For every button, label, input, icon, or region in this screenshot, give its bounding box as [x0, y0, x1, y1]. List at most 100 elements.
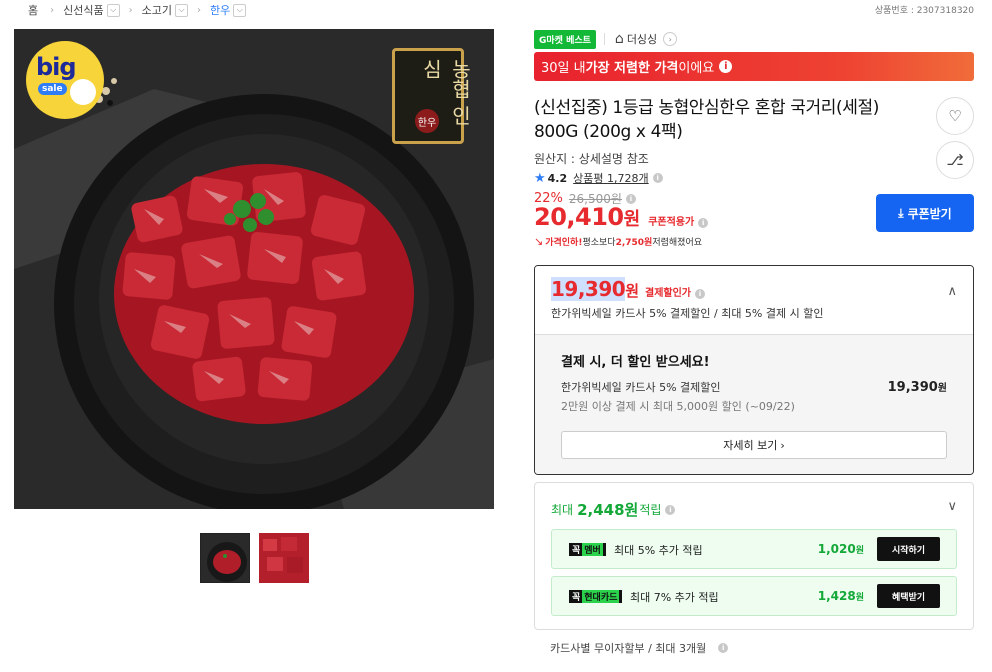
big-sale-badge: big sale — [26, 41, 104, 119]
price-drop-notice: ↘ 가격인하! 평소보다 2,750원 저렴해졌어요 — [534, 235, 702, 248]
star-icon: ★ — [534, 170, 546, 186]
heart-icon: ♡ — [948, 107, 962, 125]
rating-score: 4.2 — [547, 171, 568, 185]
card-discount-unit: 원 — [937, 383, 947, 394]
chevron-right-icon[interactable]: › — [663, 32, 678, 46]
review-count[interactable]: 1,728개 — [607, 172, 649, 185]
banner-suffix: 이에요 — [678, 61, 715, 76]
breadcrumb-home[interactable]: 홈 › — [28, 2, 63, 18]
points-prefix: 최대 — [551, 503, 574, 517]
price-unit: 원 — [623, 209, 641, 230]
big-sale-big-text: big — [36, 53, 77, 81]
lowest-price-banner: 30일 내 가장 저렴한 가격 이에요 i — [534, 52, 974, 81]
breadcrumb-hanwoo[interactable]: 한우 ⌵ — [210, 2, 247, 18]
info-icon[interactable]: i — [719, 60, 733, 73]
chevron-down-icon[interactable]: ∨ — [947, 499, 957, 514]
points-suffix: 적립 — [639, 503, 662, 517]
share-icon: ⎇ — [946, 151, 964, 169]
info-icon[interactable]: i — [652, 173, 663, 183]
breadcrumb-beef[interactable]: 소고기 ⌵ › — [142, 2, 210, 18]
breadcrumb-label[interactable]: 홈 — [28, 2, 38, 18]
points-row-value: 1,428 — [817, 589, 856, 603]
payment-price-label: 결제할인가 — [645, 288, 691, 299]
tag-row: G마켓 베스트 ⌂ 더싱싱 › — [534, 29, 678, 49]
payment-price: 19,390 — [551, 277, 626, 301]
card-discount-value: 19,390 — [887, 380, 938, 395]
info-icon[interactable]: i — [695, 289, 705, 299]
card-discount-amount: 19,390원 — [888, 379, 947, 395]
origin-text: 원산지 : 상세설명 참조 — [534, 152, 649, 166]
logo-mark: 꼭 — [572, 593, 581, 603]
chevron-down-icon[interactable]: ⌵ — [106, 3, 120, 17]
breadcrumb-fresh-food[interactable]: 신선식품 ⌵ › — [63, 2, 141, 18]
product-main-image[interactable]: big sale 농협 인심 한우 — [14, 29, 494, 509]
price-drop-suffix: 저렴해졌어요 — [652, 238, 703, 248]
payment-discount-header[interactable]: 19,390 원 결제할인가 i 한가위빅세일 카드사 5% 결제할인 / 최대… — [535, 266, 973, 334]
payment-discount-panel: 19,390 원 결제할인가 i 한가위빅세일 카드사 5% 결제할인 / 최대… — [534, 265, 974, 475]
chevron-right-icon: › — [50, 4, 55, 16]
price-drop-amount: 2,750원 — [615, 238, 653, 248]
card-discount-condition: 2만원 이상 결제 시 최대 5,000원 할인 (~09/22) — [561, 400, 795, 413]
info-icon[interactable]: i — [625, 193, 636, 204]
price-drop-mid: 평소보다 — [582, 238, 616, 248]
chevron-right-icon: › — [780, 438, 785, 452]
points-row-unit: 원 — [855, 546, 864, 556]
nonghyup-seal-logo: 농협 인심 한우 — [392, 48, 472, 144]
coupon-button-label[interactable]: 쿠폰받기 — [908, 205, 952, 222]
points-row-unit: 원 — [855, 593, 864, 603]
more-discount-title: 결제 시, 더 할인 받으세요! — [561, 355, 710, 370]
banner-bold: 가장 저렴한 가격 — [585, 61, 679, 76]
chevron-down-icon[interactable]: ⌵ — [174, 3, 188, 17]
info-icon[interactable]: i — [698, 218, 709, 228]
review-link[interactable]: 상품평 1,728개 — [573, 170, 649, 186]
info-icon[interactable]: i — [718, 643, 729, 653]
logo-text: 현대카드 — [582, 590, 620, 603]
breadcrumb: 홈 › 신선식품 ⌵ › 소고기 ⌵ › 한우 ⌵ — [28, 2, 247, 18]
installment-text: 카드사별 무이자할부 / 최대 3개월 — [550, 642, 707, 655]
price-drop-prefix: 가격인하! — [545, 238, 583, 248]
breadcrumb-label[interactable]: 신선식품 — [63, 2, 103, 18]
points-header[interactable]: 최대 2,448원 적립 i — [551, 499, 676, 520]
download-icon: ⤓ — [898, 205, 904, 220]
chevron-down-icon[interactable]: ⌵ — [233, 3, 247, 17]
installment-info: 카드사별 무이자할부 / 최대 3개월 i — [550, 640, 729, 656]
payment-discount-details: 결제 시, 더 할인 받으세요! 한가위빅세일 카드사 5% 결제할인 19,3… — [535, 334, 973, 474]
points-row-amount: 1,428원 — [818, 589, 864, 603]
hyundai-card-logo: 꼭 현대카드 — [569, 590, 623, 603]
logo-text: 멤버 — [582, 543, 603, 556]
chevron-right-icon: › — [196, 4, 201, 16]
start-button[interactable]: 시작하기 — [877, 537, 940, 561]
card-discount-line: 한가위빅세일 카드사 5% 결제할인 — [561, 381, 721, 394]
smile-club-logo: 꼭 멤버 — [569, 543, 606, 556]
breadcrumb-label[interactable]: 소고기 — [142, 2, 172, 18]
points-amount: 2,448원 — [577, 501, 639, 519]
thumbnail-image — [201, 534, 249, 582]
store-name[interactable]: 더싱싱 — [627, 31, 657, 47]
points-row-text: 최대 5% 추가 적립 — [614, 544, 703, 557]
share-button[interactable]: ⎇ — [936, 141, 974, 179]
thumbnail-1[interactable] — [200, 533, 250, 583]
breadcrumb-label[interactable]: 한우 — [210, 2, 230, 18]
gmarket-best-badge[interactable]: G마켓 베스트 — [534, 29, 596, 49]
coupon-applied-label: 쿠폰적용가 — [648, 217, 695, 228]
bunny-icon — [70, 79, 96, 105]
price-row: 20,410 원 쿠폰적용가 i — [534, 203, 709, 231]
points-row-value: 1,020 — [817, 542, 856, 556]
chevron-right-icon: › — [128, 4, 133, 16]
price-down-icon: ↘ — [534, 235, 544, 248]
wishlist-button[interactable]: ♡ — [936, 97, 974, 135]
detail-view-label[interactable]: 자세히 보기 — [723, 437, 777, 453]
payment-price-unit: 원 — [625, 282, 639, 300]
product-number: 상품번호 : 2307318320 — [874, 6, 974, 16]
thumbnail-2[interactable] — [259, 533, 309, 583]
detail-view-button[interactable]: 자세히 보기 › — [561, 431, 947, 459]
info-icon[interactable]: i — [665, 504, 676, 515]
get-benefit-button[interactable]: 혜택받기 — [877, 584, 940, 608]
coupon-button[interactable]: ⤓ 쿠폰받기 — [876, 194, 974, 232]
logo-mark: 꼭 — [572, 546, 581, 556]
chevron-up-icon[interactable]: ∧ — [947, 284, 957, 299]
sale-price: 20,410 — [534, 203, 624, 231]
review-label[interactable]: 상품평 — [573, 172, 603, 185]
store-icon[interactable]: ⌂ — [615, 31, 624, 47]
divider — [603, 33, 605, 45]
